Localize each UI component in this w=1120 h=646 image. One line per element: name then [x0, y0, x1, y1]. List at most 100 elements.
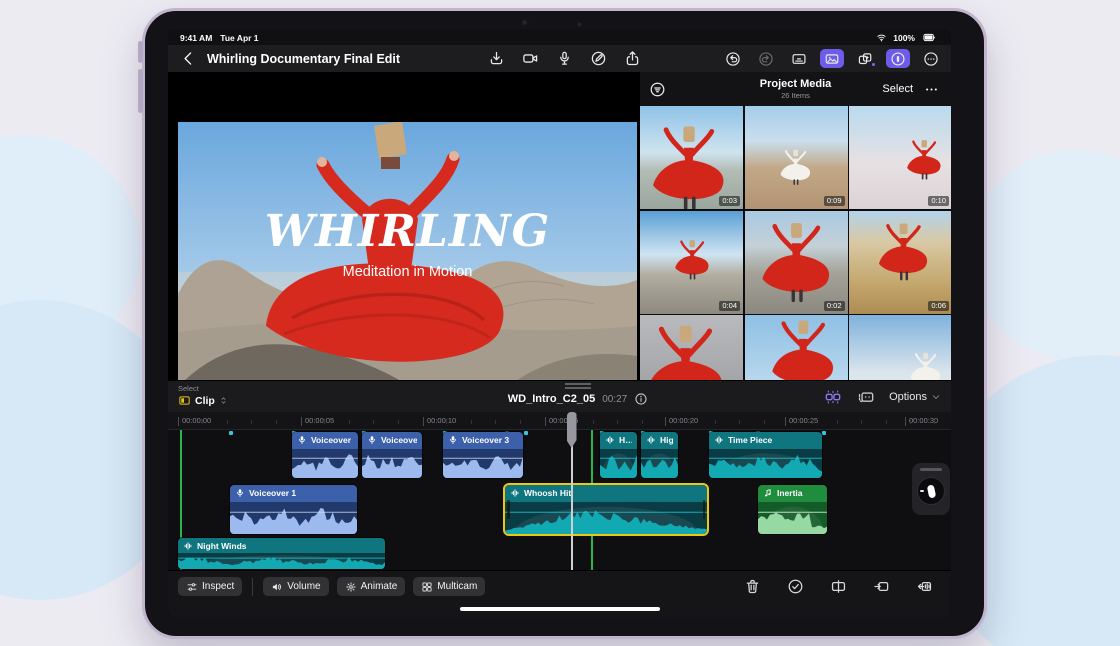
dervish-figure — [901, 137, 947, 183]
trim-handle-left[interactable] — [507, 500, 510, 520]
trim-handle-right[interactable] — [703, 500, 706, 520]
media-thumbnail[interactable] — [640, 315, 743, 380]
select-button[interactable]: Select — [882, 83, 913, 95]
ruler-label: 00:00:00 — [182, 416, 211, 425]
connect-clip-button[interactable] — [823, 388, 843, 406]
jog-dial[interactable] — [917, 477, 945, 505]
video-overlay-subtitle: Meditation in Motion — [178, 264, 637, 280]
timeline-ruler[interactable]: 00:00:0000:00:0500:00:1000:00:1500:00:20… — [168, 412, 951, 430]
timeline-clip[interactable]: Voiceover 2 — [362, 432, 422, 478]
clip-connect-marker — [524, 431, 528, 435]
timeline-clip[interactable]: Voiceover 1 — [230, 485, 357, 534]
mic-clip-icon — [367, 435, 377, 445]
multicam-button[interactable]: Multicam — [413, 577, 485, 596]
timeline-clip[interactable]: Voiceover 3 — [443, 432, 523, 478]
ruler-label: 00:00:25 — [789, 416, 818, 425]
inspect-button[interactable]: Inspect — [178, 577, 242, 596]
jog-dash — [920, 490, 924, 492]
music-note-icon — [763, 488, 773, 498]
clip-action-icons — [744, 578, 933, 595]
ruler-minor-tick — [715, 420, 716, 424]
timeline[interactable]: 00:00:0000:00:0500:00:1000:00:1500:00:20… — [168, 412, 951, 570]
clip-name: Voiceover 2 — [381, 435, 417, 445]
dervish-figure — [761, 315, 845, 380]
media-thumbnail[interactable]: 0:04 — [640, 211, 743, 314]
timeline-clip[interactable]: H… — [600, 432, 637, 478]
video-viewer: WHIRLING Meditation in Motion 00:00:16:0… — [168, 72, 640, 380]
split-clip-icon[interactable] — [830, 578, 847, 595]
project-title: Whirling Documentary Final Edit — [207, 52, 400, 66]
animate-icon — [345, 581, 357, 593]
timeline-clip[interactable]: Whoosh Hit — [505, 485, 707, 534]
options-button[interactable]: Options — [889, 391, 941, 403]
ruler-minor-tick — [520, 420, 521, 424]
ruler-minor-tick — [861, 420, 862, 424]
media-more-button[interactable] — [924, 82, 939, 97]
clip-name: Inertia — [777, 488, 803, 498]
ruler-major-tick — [785, 417, 786, 426]
ruler-major-tick — [178, 417, 179, 426]
timeline-clip[interactable]: Inertia — [758, 485, 827, 534]
share-icon[interactable] — [624, 50, 641, 67]
filter-button[interactable] — [649, 81, 666, 98]
ruler-minor-tick — [617, 420, 618, 424]
home-indicator[interactable] — [460, 607, 660, 611]
pencil-icon[interactable] — [590, 50, 607, 67]
effects-icon[interactable] — [853, 49, 877, 68]
clip-name: Voiceover 3 — [462, 435, 509, 445]
clip-info-button[interactable] — [634, 392, 648, 406]
clip-name: Whoosh Hit — [524, 488, 571, 498]
ruler-minor-tick — [495, 420, 496, 424]
ruler-label: 00:00:10 — [427, 416, 456, 425]
import-icon[interactable] — [488, 50, 505, 67]
volume-button — [138, 41, 143, 63]
ruler-minor-tick — [642, 420, 643, 424]
timeline-clip[interactable]: Night Winds — [178, 538, 385, 569]
media-browser-icon[interactable] — [820, 49, 844, 68]
jog-drag-handle[interactable] — [920, 468, 942, 471]
media-thumbnail[interactable]: 0:03 — [640, 106, 743, 209]
jog-wheel[interactable] — [912, 463, 950, 515]
video-frame[interactable]: WHIRLING Meditation in Motion — [178, 122, 637, 387]
updown-chevrons-icon — [219, 395, 228, 406]
camera-icon[interactable] — [522, 50, 539, 67]
select-mode-label: Select — [178, 384, 228, 393]
media-thumbnail[interactable]: 0:06 — [849, 211, 951, 314]
ruler-label: 00:00:20 — [669, 416, 698, 425]
titles-icon[interactable] — [787, 49, 811, 68]
mic-icon[interactable] — [556, 50, 573, 67]
undo-icon[interactable] — [721, 49, 745, 68]
volume-button[interactable]: Volume — [263, 577, 328, 596]
back-button[interactable] — [180, 50, 197, 67]
tool-selector[interactable]: Clip — [178, 394, 228, 407]
media-thumbnail[interactable]: 0:02 — [745, 211, 848, 314]
timeline-clip[interactable]: Voiceover 2 — [292, 432, 358, 478]
ruler-minor-tick — [446, 420, 447, 424]
animate-button[interactable]: Animate — [337, 577, 406, 596]
ruler-major-tick — [545, 417, 546, 426]
playhead-handle[interactable] — [567, 412, 577, 448]
media-thumbnail[interactable]: 0:09 — [745, 106, 848, 209]
redo-icon[interactable] — [754, 49, 778, 68]
timeline-clip[interactable]: Time Piece — [709, 432, 822, 478]
playhead[interactable] — [571, 412, 573, 570]
status-time: 9:41 AM — [180, 33, 212, 43]
overwrite-clip-button[interactable] — [856, 388, 876, 406]
ruler-minor-tick — [373, 420, 374, 424]
media-thumbnail[interactable] — [745, 315, 848, 380]
more-circle-icon[interactable] — [919, 49, 943, 68]
media-grid: 0:030:090:10 0:040:020:06 — [640, 106, 951, 380]
selected-clip-name: WD_Intro_C2_05 — [508, 393, 595, 405]
extract-audio-icon[interactable] — [916, 578, 933, 595]
jog-wheel-icon[interactable] — [886, 49, 910, 68]
trash-icon[interactable] — [744, 578, 761, 595]
media-thumbnail[interactable]: 0:10 — [849, 106, 951, 209]
insert-clip-icon[interactable] — [873, 578, 890, 595]
timeline-drag-handle[interactable] — [565, 383, 591, 389]
chevron-down-icon — [931, 392, 941, 402]
media-thumbnail[interactable] — [849, 315, 951, 380]
audio-wave-icon — [605, 435, 615, 445]
checkmark-circle-icon[interactable] — [787, 578, 804, 595]
timeline-clip[interactable]: High… — [641, 432, 678, 478]
front-camera — [520, 18, 529, 27]
